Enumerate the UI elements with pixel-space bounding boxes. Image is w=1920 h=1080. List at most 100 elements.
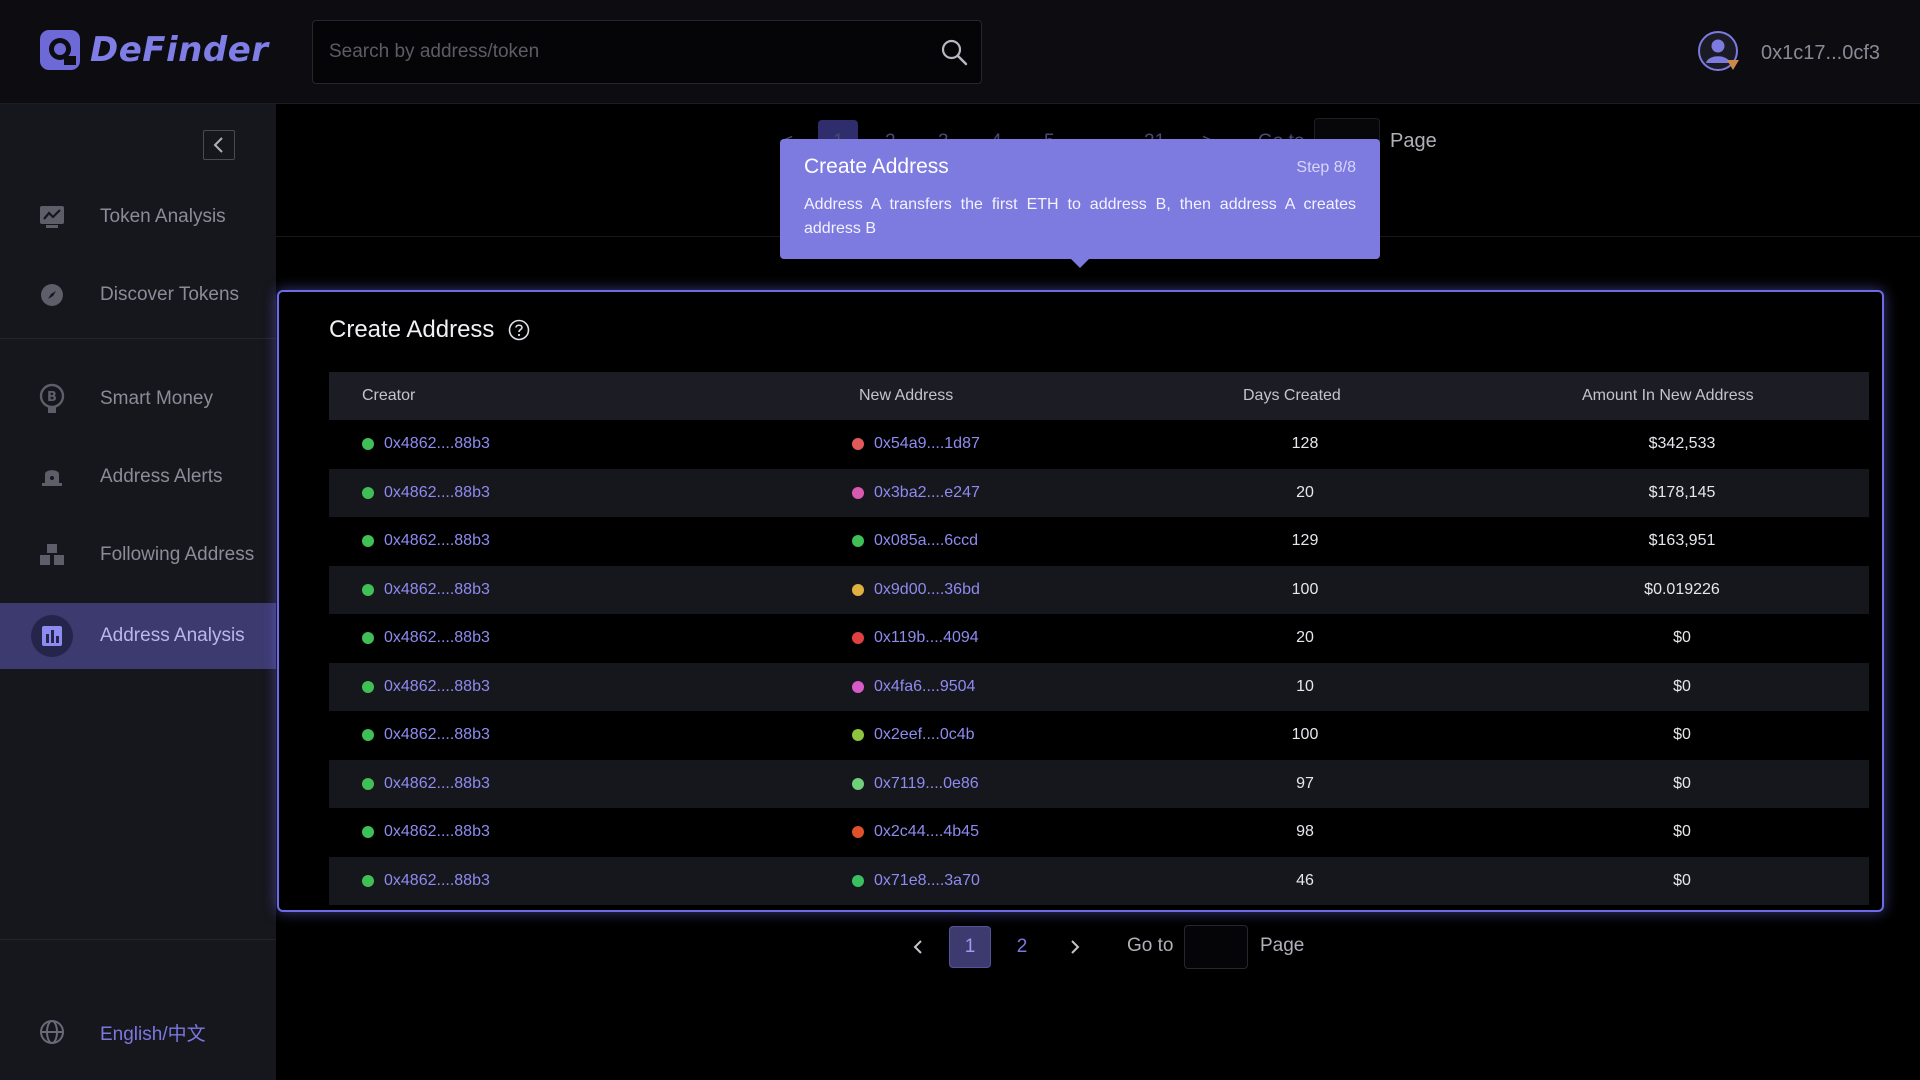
bar-chart-icon xyxy=(31,615,73,657)
creator-address-link[interactable]: 0x4862....88b3 xyxy=(384,581,490,599)
creator-address-link[interactable]: 0x4862....88b3 xyxy=(384,726,490,744)
creator-cell[interactable]: 0x4862....88b3 xyxy=(362,823,490,841)
amount-cell: $163,951 xyxy=(1648,532,1716,550)
new-address-cell[interactable]: 0x54a9....1d87 xyxy=(852,435,980,453)
table-row: 0x4862....88b3 0x119b....4094 20 $0 xyxy=(329,614,1869,663)
user-menu[interactable]: 0x1c17...0cf3 xyxy=(1697,30,1880,76)
table-row: 0x4862....88b3 0x4fa6....9504 10 $0 xyxy=(329,662,1869,711)
new-address-cell[interactable]: 0x9d00....36bd xyxy=(852,581,980,599)
help-icon[interactable] xyxy=(508,319,530,341)
prev-page-button[interactable] xyxy=(903,932,933,962)
amount-cell: $0 xyxy=(1673,677,1691,695)
card-title: Create Address xyxy=(329,316,530,344)
amount-cell: $0 xyxy=(1673,629,1691,647)
search-icon[interactable] xyxy=(939,37,969,67)
new-address-cell[interactable]: 0x119b....4094 xyxy=(852,629,979,647)
goto-page-input[interactable] xyxy=(1184,925,1248,969)
sidebar-item-label: Address Alerts xyxy=(100,466,223,487)
new-address-link[interactable]: 0x4fa6....9504 xyxy=(874,678,975,696)
sidebar: Token Analysis Discover Tokens B Smart M… xyxy=(0,104,276,1080)
new-address-cell[interactable]: 0x3ba2....e247 xyxy=(852,484,980,502)
bell-icon xyxy=(36,461,68,493)
new-address-cell[interactable]: 0x2eef....0c4b xyxy=(852,726,975,744)
tooltip-title: Create Address xyxy=(804,155,949,178)
creator-cell[interactable]: 0x4862....88b3 xyxy=(362,484,490,502)
sidebar-divider xyxy=(0,338,276,339)
new-address-cell[interactable]: 0x2c44....4b45 xyxy=(852,823,979,841)
sidebar-item-token-analysis[interactable]: Token Analysis xyxy=(0,184,276,250)
logo[interactable]: DeFinder xyxy=(38,28,269,72)
amount-cell: $0 xyxy=(1673,726,1691,744)
creator-cell[interactable]: 0x4862....88b3 xyxy=(362,775,490,793)
amount-cell: $0 xyxy=(1673,871,1691,889)
new-address-identicon-icon xyxy=(852,729,864,742)
new-address-link[interactable]: 0x9d00....36bd xyxy=(874,581,980,599)
sidebar-item-address-alerts[interactable]: Address Alerts xyxy=(0,444,276,510)
search-input[interactable] xyxy=(327,21,907,83)
new-address-identicon-icon xyxy=(852,777,864,790)
new-address-link[interactable]: 0x2c44....4b45 xyxy=(874,823,979,841)
next-page-button[interactable] xyxy=(1060,932,1090,962)
new-address-link[interactable]: 0x2eef....0c4b xyxy=(874,726,975,744)
creator-cell[interactable]: 0x4862....88b3 xyxy=(362,629,490,647)
creator-address-link[interactable]: 0x4862....88b3 xyxy=(384,775,490,793)
page-button-1[interactable]: 1 xyxy=(949,926,991,968)
days-created-cell: 128 xyxy=(1291,435,1319,453)
sidebar-item-following-address[interactable]: Following Address xyxy=(0,522,276,588)
page-button-2[interactable]: 2 xyxy=(1001,926,1043,968)
days-created-cell: 100 xyxy=(1291,580,1319,598)
creator-address-link[interactable]: 0x4862....88b3 xyxy=(384,629,490,647)
new-address-link[interactable]: 0x71e8....3a70 xyxy=(874,872,980,890)
creator-address-link[interactable]: 0x4862....88b3 xyxy=(384,872,490,890)
creator-cell[interactable]: 0x4862....88b3 xyxy=(362,726,490,744)
table-row: 0x4862....88b3 0x2eef....0c4b 100 $0 xyxy=(329,711,1869,760)
sidebar-item-label: Discover Tokens xyxy=(100,284,240,305)
new-address-cell[interactable]: 0x085a....6ccd xyxy=(852,532,978,550)
creator-cell[interactable]: 0x4862....88b3 xyxy=(362,532,490,550)
creator-address-link[interactable]: 0x4862....88b3 xyxy=(384,678,490,696)
days-created-cell: 46 xyxy=(1296,871,1314,889)
sidebar-item-smart-money[interactable]: B Smart Money xyxy=(0,366,276,432)
globe-icon xyxy=(40,1020,64,1044)
creator-identicon-icon xyxy=(362,583,374,596)
new-address-identicon-icon xyxy=(852,535,864,548)
creator-cell[interactable]: 0x4862....88b3 xyxy=(362,581,490,599)
card-title-text: Create Address xyxy=(329,316,495,343)
new-address-link[interactable]: 0x3ba2....e247 xyxy=(874,484,980,502)
days-created-cell: 129 xyxy=(1291,532,1319,550)
new-address-cell[interactable]: 0x7119....0e86 xyxy=(852,775,979,793)
sidebar-item-address-analysis[interactable]: Address Analysis xyxy=(0,603,276,669)
sidebar-item-discover-tokens[interactable]: Discover Tokens xyxy=(0,262,276,328)
creator-identicon-icon xyxy=(362,438,374,451)
table-row: 0x4862....88b3 0x54a9....1d87 128 $342,533 xyxy=(329,420,1869,469)
creator-cell[interactable]: 0x4862....88b3 xyxy=(362,435,490,453)
creator-identicon-icon xyxy=(362,729,374,742)
new-address-cell[interactable]: 0x71e8....3a70 xyxy=(852,872,980,890)
amount-cell: $178,145 xyxy=(1648,483,1716,501)
creator-identicon-icon xyxy=(362,874,374,887)
creator-address-link[interactable]: 0x4862....88b3 xyxy=(384,435,490,453)
new-address-identicon-icon xyxy=(852,486,864,499)
creator-address-link[interactable]: 0x4862....88b3 xyxy=(384,532,490,550)
creator-cell[interactable]: 0x4862....88b3 xyxy=(362,872,490,890)
days-created-cell: 100 xyxy=(1291,726,1319,744)
page-label: Page xyxy=(1260,935,1305,956)
creator-address-link[interactable]: 0x4862....88b3 xyxy=(384,823,490,841)
column-header-creator: Creator xyxy=(362,387,416,404)
collapse-sidebar-button[interactable] xyxy=(203,130,235,160)
new-address-cell[interactable]: 0x4fa6....9504 xyxy=(852,678,975,696)
creator-address-link[interactable]: 0x4862....88b3 xyxy=(384,484,490,502)
boxes-icon xyxy=(36,539,68,571)
new-address-link[interactable]: 0x54a9....1d87 xyxy=(874,435,980,453)
new-address-link[interactable]: 0x119b....4094 xyxy=(874,629,979,647)
new-address-link[interactable]: 0x085a....6ccd xyxy=(874,532,978,550)
logo-text: DeFinder xyxy=(90,30,269,70)
new-address-identicon-icon xyxy=(852,632,864,645)
new-address-identicon-icon xyxy=(852,680,864,693)
language-switch[interactable]: English/中文 xyxy=(0,1012,276,1052)
creator-identicon-icon xyxy=(362,680,374,693)
new-address-link[interactable]: 0x7119....0e86 xyxy=(874,775,979,793)
tooltip-step: Step 8/8 xyxy=(1296,159,1356,176)
creator-cell[interactable]: 0x4862....88b3 xyxy=(362,678,490,696)
table-row: 0x4862....88b3 0x085a....6ccd 129 $163,951 xyxy=(329,517,1869,566)
